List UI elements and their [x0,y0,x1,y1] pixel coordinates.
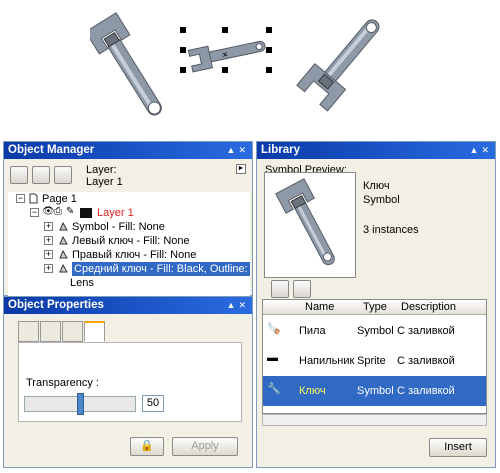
collapse-toggle[interactable]: − [30,208,39,217]
object-icon [59,235,68,245]
panel-controls[interactable]: ▲✕ [470,142,492,159]
tab-fill[interactable] [18,321,39,342]
tree-item-left-key[interactable]: Левый ключ - Fill: None [72,234,190,248]
panel-controls[interactable]: ▲✕ [227,142,249,159]
symbol-name: Ключ [363,180,390,192]
transparency-slider[interactable] [24,393,136,415]
selection-handle[interactable] [266,27,272,33]
column-header-type[interactable]: Type [363,301,387,313]
object-manager-panel: Object Manager ▲✕ Layer: Layer 1 ► − Pag… [3,141,253,302]
transparency-label: Transparency : [26,377,99,389]
layer-label: Layer: [86,164,117,176]
selection-handle[interactable] [222,67,228,73]
tab-general[interactable] [62,321,83,342]
file-tool-icon: ▬ [267,352,278,364]
symbol-instances: 3 instances [363,224,419,236]
object-icon [59,221,68,231]
table-row[interactable]: 🪚 Пила Symbol С заливкой [263,316,486,346]
wrench-preview-icon [275,178,335,266]
wrench-left[interactable] [90,4,170,134]
wrench-icon: 🔧 [267,383,281,395]
tree-item-right-key[interactable]: Правый ключ - Fill: None [72,248,196,262]
column-header-name[interactable]: Name [305,301,334,313]
symbol-table: Name Type Description 🪚 Пила Symbol С за… [262,299,487,414]
expand-toggle[interactable]: + [44,264,53,273]
selection-handle[interactable] [180,67,186,73]
tree-item-layer[interactable]: Layer 1 [97,206,134,220]
page-icon [29,193,38,204]
panel-controls[interactable]: ▲✕ [227,297,249,314]
show-properties-button[interactable] [10,166,28,184]
delete-symbol-button[interactable] [293,280,311,298]
printer-icon[interactable]: ⎙ [54,206,62,217]
edit-pencil-icon[interactable]: ✎ [66,206,74,217]
object-properties-title-bar: Object Properties ▲✕ [4,297,252,314]
selection-handle[interactable] [266,67,272,73]
table-row-selected[interactable]: 🔧 Ключ Symbol С заливкой [263,376,486,406]
object-manager-title: Object Manager [8,144,95,156]
panel-menu-icon[interactable]: ► [236,164,246,174]
collapse-toggle[interactable]: − [16,194,25,203]
layer-value: Layer 1 [86,176,123,188]
slider-thumb[interactable] [77,393,84,415]
column-header-description[interactable]: Description [401,301,456,313]
layer-color-swatch[interactable] [80,208,92,218]
visibility-eye-icon[interactable]: 👁 [42,206,55,217]
insert-button[interactable]: Insert [429,438,487,457]
layer-manager-view-button[interactable] [54,166,72,184]
object-icon [59,263,68,273]
expand-toggle[interactable]: + [44,250,53,259]
symbol-preview [264,172,356,278]
wrench-middle-selected[interactable]: × [186,34,272,74]
library-title: Library [261,144,300,156]
tree-item-symbol[interactable]: Symbol - Fill: None [72,220,165,234]
apply-button[interactable]: Apply [172,437,238,456]
edit-across-layers-button[interactable] [32,166,50,184]
expand-toggle[interactable]: + [44,222,53,231]
expand-toggle[interactable]: + [44,236,53,245]
object-manager-title-bar: Object Manager ▲✕ [4,142,252,159]
saw-icon: 🪚 [267,323,281,335]
tab-transparency[interactable] [84,321,105,342]
selection-handle[interactable] [266,47,272,53]
object-tree: − Page 1 − 👁 ⎙ ✎ Layer 1 + Symbol - Fill… [8,192,250,302]
library-title-bar: Library ▲✕ [257,142,495,159]
table-row[interactable]: ▬ Напильник Sprite С заливкой [263,346,486,376]
tab-outline[interactable] [40,321,61,342]
edit-symbol-button[interactable] [271,280,289,298]
selection-handle[interactable] [222,27,228,33]
lock-button[interactable]: 🔒 [130,437,164,456]
transparency-value-field[interactable]: 50 [142,395,164,412]
object-properties-panel: Object Properties ▲✕ Transparency : 50 🔒… [3,296,253,468]
object-properties-title: Object Properties [8,299,104,311]
object-icon [59,249,68,259]
tree-item-lens[interactable]: Lens [70,276,94,290]
library-panel: Library ▲✕ Symbol Preview: Ключ Symbol 3… [256,141,496,468]
drawing-canvas[interactable]: × [0,0,500,140]
wrench-right[interactable] [290,4,400,114]
table-scrollbar[interactable] [262,414,487,426]
tree-item-page[interactable]: Page 1 [42,192,77,206]
selection-handle[interactable] [180,27,186,33]
symbol-type: Symbol [363,194,400,206]
tree-item-middle-key[interactable]: Средний ключ - Fill: Black, Outline: [72,262,250,276]
selection-handle[interactable] [180,47,186,53]
table-header: Name Type Description [263,300,486,315]
